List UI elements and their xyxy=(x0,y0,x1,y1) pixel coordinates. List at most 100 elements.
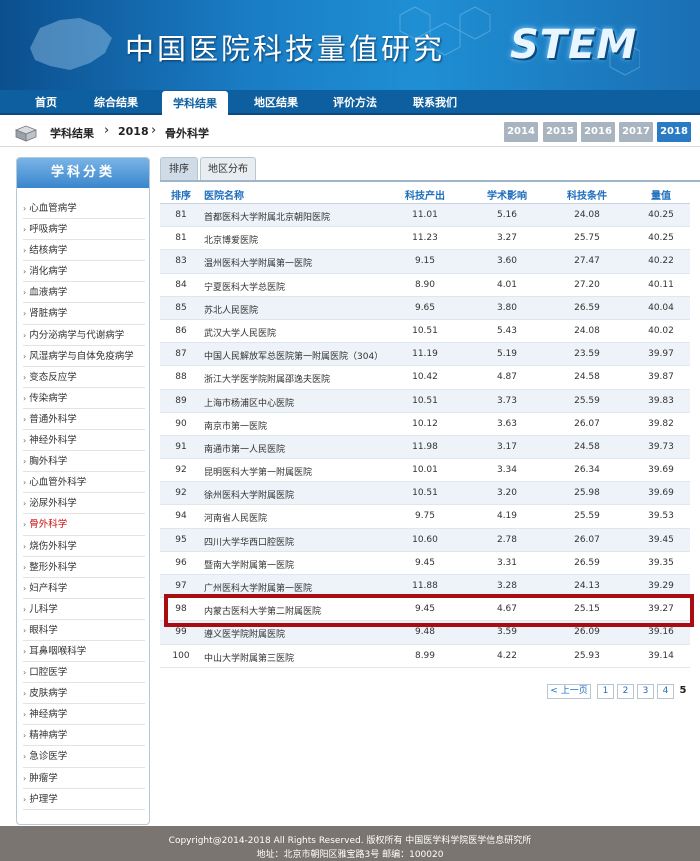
year-button-2017[interactable]: 2017 xyxy=(619,122,653,142)
cell-hospital-name[interactable]: 广州医科大学附属第一医院 xyxy=(204,581,312,594)
sidebar-item[interactable]: › 肾脏病学 xyxy=(23,303,145,325)
sidebar-item[interactable]: › 妇产科学 xyxy=(23,578,145,599)
year-button-2018[interactable]: 2018 xyxy=(657,122,691,142)
sidebar-item[interactable]: › 神经病学 xyxy=(23,704,145,726)
sidebar-item[interactable]: › 结核病学 xyxy=(23,240,145,262)
nav-region-results[interactable]: 地区结果 xyxy=(243,90,309,115)
pagination-prev[interactable]: < 上一页 xyxy=(547,684,591,699)
sidebar-item-label: 泌尿外科学 xyxy=(29,498,77,510)
cell-hospital-name[interactable]: 苏北人民医院 xyxy=(204,303,258,316)
cell-hospital-name[interactable]: 中国人民解放军总医院第一附属医院（304） xyxy=(204,349,383,362)
sidebar-item-label: 神经外科学 xyxy=(29,435,77,447)
pagination-page-3[interactable]: 3 xyxy=(637,684,654,699)
nav-contact-us[interactable]: 联系我们 xyxy=(402,90,468,115)
sidebar-item[interactable]: › 变态反应学 xyxy=(23,367,145,388)
breadcrumb-level2[interactable]: 2018 xyxy=(118,125,149,138)
cell-impact: 2.78 xyxy=(496,534,518,545)
year-button-2016[interactable]: 2016 xyxy=(581,122,615,142)
sidebar-item[interactable]: › 心血管外科学 xyxy=(23,472,145,494)
sidebar-item[interactable]: › 肿瘤学 xyxy=(23,768,145,789)
sidebar-item[interactable]: › 风湿病学与自体免疫病学 xyxy=(23,346,145,367)
breadcrumb-level1[interactable]: 学科结果 xyxy=(50,125,94,141)
sidebar-item[interactable]: › 儿科学 xyxy=(23,599,145,620)
cell-hospital-name[interactable]: 上海市杨浦区中心医院 xyxy=(204,396,294,409)
sidebar-item-label: 肿瘤学 xyxy=(29,772,58,784)
sidebar-item[interactable]: › 胸外科学 xyxy=(23,451,145,473)
nav-home[interactable]: 首页 xyxy=(18,90,74,115)
sidebar-item[interactable]: › 护理学 xyxy=(23,789,145,810)
pagination-page-4[interactable]: 4 xyxy=(657,684,674,699)
cell-hospital-name[interactable]: 南京市第一医院 xyxy=(204,419,267,432)
tab-region-distribution[interactable]: 地区分布 xyxy=(200,157,256,181)
cell-hospital-name[interactable]: 南通市第一人民医院 xyxy=(204,442,285,455)
year-button-2014[interactable]: 2014 xyxy=(504,122,538,142)
cell-rank: 88 xyxy=(175,372,187,383)
cell-hospital-name[interactable]: 首都医科大学附属北京朝阳医院 xyxy=(204,210,330,223)
col-header-output: 科技产出 xyxy=(405,191,445,202)
cell-hospital-name[interactable]: 遵义医学院附属医院 xyxy=(204,627,285,640)
sidebar-item[interactable]: › 内分泌病学与代谢病学 xyxy=(23,325,145,346)
cell-output: 9.65 xyxy=(414,302,436,313)
sidebar-item[interactable]: › 神经外科学 xyxy=(23,430,145,452)
cell-hospital-name[interactable]: 河南省人民医院 xyxy=(204,511,267,524)
sidebar-item[interactable]: › 呼吸病学 xyxy=(23,219,145,241)
sidebar-item[interactable]: › 普通外科学 xyxy=(23,409,145,431)
cell-output: 10.51 xyxy=(412,325,438,336)
discipline-sidebar: 学科分类 › 心血管病学 › 呼吸病学 › 结核病学 › 消化病学 › 血液病学 › 肾脏病学 › 内分泌… xyxy=(16,157,150,825)
cell-output: 10.60 xyxy=(412,534,438,545)
cell-rank: 100 xyxy=(172,650,190,661)
bullet-icon: › xyxy=(23,583,27,593)
sidebar-item[interactable]: › 精神病学 xyxy=(23,725,145,747)
cell-impact: 3.17 xyxy=(496,441,518,452)
sidebar-item[interactable]: › 整形外科学 xyxy=(23,557,145,578)
nav-evaluation-method[interactable]: 评价方法 xyxy=(322,90,388,115)
tab-ranking[interactable]: 排序 xyxy=(160,157,198,181)
nav-discipline-results[interactable]: 学科结果 xyxy=(162,91,228,117)
cell-hospital-name[interactable]: 宁夏医科大学总医院 xyxy=(204,280,285,293)
cell-hospital-name[interactable]: 昆明医科大学第一附属医院 xyxy=(204,465,312,478)
cell-conditions: 27.47 xyxy=(574,256,600,267)
sidebar-item[interactable]: › 传染病学 xyxy=(23,388,145,409)
pagination-page-2[interactable]: 2 xyxy=(617,684,634,699)
sidebar-item[interactable]: › 急诊医学 xyxy=(23,746,145,768)
cell-hospital-name[interactable]: 北京博爱医院 xyxy=(204,233,258,246)
bullet-icon: › xyxy=(23,288,27,298)
cell-hospital-name[interactable]: 徐州医科大学附属医院 xyxy=(204,488,294,501)
cell-hospital-name[interactable]: 浙江大学医学院附属邵逸夫医院 xyxy=(204,372,330,385)
sidebar-item[interactable]: › 眼科学 xyxy=(23,620,145,641)
sidebar-item[interactable]: › 烧伤外科学 xyxy=(23,536,145,557)
sidebar-item-label: 精神病学 xyxy=(29,730,68,742)
cell-score: 39.53 xyxy=(648,511,674,522)
cell-hospital-name[interactable]: 武汉大学人民医院 xyxy=(204,326,276,339)
sidebar-item-label: 儿科学 xyxy=(29,603,58,615)
sidebar-item[interactable]: › 消化病学 xyxy=(23,261,145,283)
sidebar-list: › 心血管病学 › 呼吸病学 › 结核病学 › 消化病学 › 血液病学 › 肾脏病学 › 内分泌病学与代谢… xyxy=(23,198,145,810)
year-button-2015[interactable]: 2015 xyxy=(543,122,577,142)
cell-conditions: 26.34 xyxy=(574,465,600,476)
cell-hospital-name[interactable]: 中山大学附属第三医院 xyxy=(204,651,294,664)
pagination-page-1[interactable]: 1 xyxy=(597,684,614,699)
cell-output: 11.98 xyxy=(412,441,438,452)
sidebar-item[interactable]: › 血液病学 xyxy=(23,282,145,304)
table-row: 88 浙江大学医学院附属邵逸夫医院 10.42 4.87 24.58 39.87 xyxy=(160,366,690,390)
sidebar-item[interactable]: › 口腔医学 xyxy=(23,662,145,684)
bullet-icon: › xyxy=(23,246,27,256)
cell-hospital-name[interactable]: 温州医科大学附属第一医院 xyxy=(204,256,312,269)
sidebar-item[interactable]: › 皮肤病学 xyxy=(23,683,145,705)
sidebar-item[interactable]: › 泌尿外科学 xyxy=(23,493,145,515)
sidebar-item[interactable]: › 耳鼻咽喉科学 xyxy=(23,641,145,663)
sidebar-item-label: 耳鼻咽喉科学 xyxy=(29,645,87,657)
cell-output: 10.12 xyxy=(412,418,438,429)
cell-conditions: 24.08 xyxy=(574,325,600,336)
sidebar-item-label: 皮肤病学 xyxy=(29,688,68,700)
nav-overall-results[interactable]: 综合结果 xyxy=(83,90,149,115)
site-footer: Copyright@2014-2018 All Rights Reserved.… xyxy=(0,826,700,861)
cell-impact: 4.01 xyxy=(496,279,518,290)
sidebar-item[interactable]: › 心血管病学 xyxy=(23,198,145,220)
bullet-icon: › xyxy=(23,646,27,656)
cell-hospital-name[interactable]: 暨南大学附属第一医院 xyxy=(204,558,294,571)
cell-hospital-name[interactable]: 四川大学华西口腔医院 xyxy=(204,535,294,548)
sidebar-item[interactable]: › 骨外科学 xyxy=(23,514,145,536)
bullet-icon: › xyxy=(23,773,27,783)
sidebar-item-label: 眼科学 xyxy=(29,624,58,636)
